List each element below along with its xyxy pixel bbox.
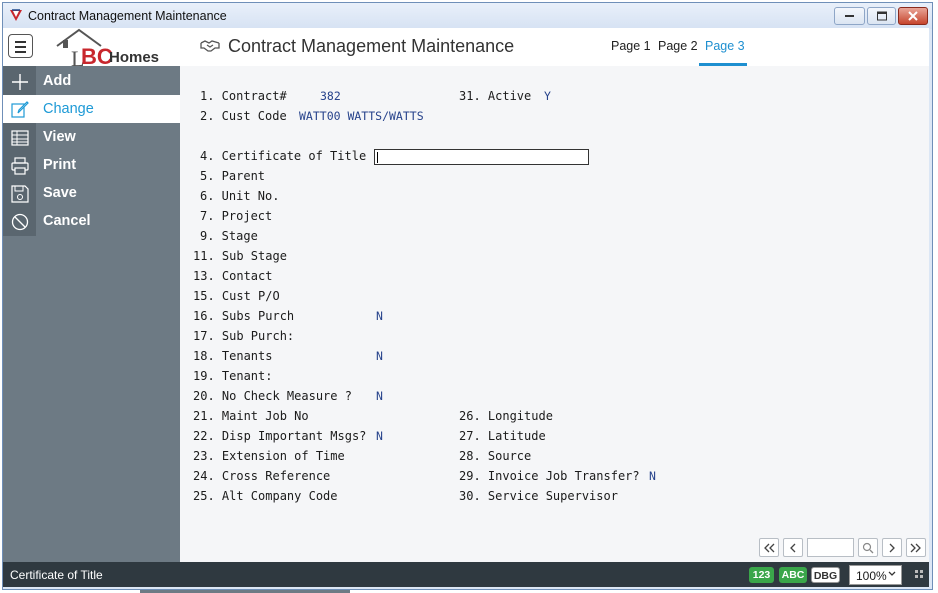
sidebar-item-label: Save	[43, 185, 77, 201]
tab-page-3[interactable]: Page 3	[705, 39, 745, 53]
field-label-stage: 9. Stage	[200, 229, 258, 243]
field-label-unit-no: 6. Unit No.	[200, 189, 280, 203]
sidebar-item-print[interactable]: Print	[3, 151, 180, 179]
field-value-no-check-measure[interactable]: N	[376, 389, 383, 403]
page-title: Contract Management Maintenance	[228, 36, 515, 56]
menu-line	[15, 51, 26, 53]
field-label-contact: 13. Contact	[193, 269, 273, 283]
sidebar: Add Change View Print Save Cancel	[3, 66, 180, 562]
field-value-contract[interactable]: 382	[320, 89, 341, 103]
field-value-disp-important-msgs[interactable]: N	[376, 429, 383, 443]
field-label-sub-stage: 11. Sub Stage	[193, 249, 287, 263]
text-caret	[377, 152, 378, 163]
field-label-disp-important-msgs: 22. Disp Important Msgs?	[193, 429, 367, 443]
field-label-invoice-job-transfer: 29. Invoice Job Transfer?	[459, 469, 640, 483]
field-label-active: 31. Active	[459, 89, 532, 103]
table-icon	[11, 130, 29, 146]
next-page-button[interactable]	[882, 538, 902, 557]
hamburger-menu-button[interactable]	[8, 34, 33, 58]
alpha-mode-badge[interactable]: ABC	[779, 567, 807, 583]
field-label-source: 28. Source	[459, 449, 532, 463]
field-label-subs-purch: 16. Subs Purch	[193, 309, 295, 323]
double-chevron-right-icon	[910, 543, 921, 552]
field-label-parent: 5. Parent	[200, 169, 266, 183]
maximize-button[interactable]	[867, 7, 896, 25]
minimize-button[interactable]	[834, 7, 865, 25]
sidebar-item-label: Add	[43, 73, 72, 89]
field-label-cust-po: 15. Cust P/O	[193, 289, 280, 303]
window-title: Contract Management Maintenance	[28, 9, 227, 23]
certificate-of-title-input[interactable]	[374, 149, 589, 165]
sidebar-item-label: View	[43, 129, 76, 145]
search-icon	[862, 542, 874, 553]
numeric-mode-badge[interactable]: 123	[749, 567, 774, 583]
header-bar: L BC Homes Contract Management Maintenan…	[3, 28, 929, 71]
field-value-active[interactable]: Y	[544, 89, 551, 103]
field-label-maint-job-no: 21. Maint Job No	[193, 409, 309, 423]
close-button[interactable]	[898, 7, 928, 25]
field-value-subs-purch[interactable]: N	[376, 309, 383, 323]
resize-grip-icon[interactable]	[915, 570, 924, 579]
title-bar[interactable]: Contract Management Maintenance	[3, 3, 932, 29]
field-label-contract: 1. Contract#	[200, 89, 287, 103]
app-logo-icon	[10, 9, 22, 21]
sidebar-item-label: Print	[43, 157, 77, 173]
sidebar-item-label: Cancel	[43, 213, 91, 229]
logo-word-homes: Homes	[109, 49, 160, 66]
field-label-longitude: 26. Longitude	[459, 409, 553, 423]
status-bar: Certificate of Title 123 ABC DBG 100%	[3, 562, 929, 587]
field-label-service-supervisor: 30. Service Supervisor	[459, 489, 618, 503]
handshake-icon	[200, 40, 220, 52]
field-label-cross-reference: 24. Cross Reference	[193, 469, 331, 483]
field-label-no-check-measure: 20. No Check Measure ?	[193, 389, 352, 403]
field-label-alt-company-code: 25. Alt Company Code	[193, 489, 338, 503]
sidebar-item-save[interactable]: Save	[3, 179, 180, 207]
tab-page-1[interactable]: Page 1	[611, 39, 651, 53]
edit-icon	[11, 101, 29, 118]
field-label-sub-purch: 17. Sub Purch:	[193, 329, 295, 343]
sidebar-item-cancel[interactable]: Cancel	[3, 207, 180, 235]
field-label-tenant: 19. Tenant:	[193, 369, 273, 383]
page-number-input[interactable]	[807, 538, 854, 557]
form-area: 1. Contract# 382 31. Active Y 2. Cust Co…	[180, 66, 929, 562]
sidebar-item-add[interactable]: Add	[3, 67, 180, 95]
field-label-latitude: 27. Latitude	[459, 429, 546, 443]
field-label-extension-of-time: 23. Extension of Time	[193, 449, 345, 463]
maximize-icon	[876, 11, 887, 21]
last-page-button[interactable]	[906, 538, 926, 557]
debug-badge[interactable]: DBG	[811, 567, 840, 583]
chevron-right-icon	[889, 543, 895, 552]
field-value-invoice-job-transfer[interactable]: N	[649, 469, 656, 483]
field-label-cust-code: 2. Cust Code	[200, 109, 287, 123]
sidebar-item-label: Change	[43, 101, 94, 117]
printer-icon	[11, 157, 29, 175]
plus-icon	[12, 74, 28, 90]
first-page-button[interactable]	[759, 538, 779, 557]
close-icon	[908, 11, 918, 21]
minimize-icon	[844, 15, 854, 17]
cancel-icon	[11, 213, 29, 231]
sidebar-item-view[interactable]: View	[3, 123, 180, 151]
chevron-down-icon	[888, 571, 896, 576]
zoom-value: 100%	[856, 569, 887, 583]
field-label-project: 7. Project	[200, 209, 273, 223]
double-chevron-left-icon	[764, 543, 775, 552]
field-label-tenants: 18. Tenants	[193, 349, 273, 363]
menu-line	[15, 46, 26, 48]
tab-page-2[interactable]: Page 2	[658, 39, 698, 53]
search-page-button[interactable]	[858, 538, 878, 557]
previous-page-button[interactable]	[783, 538, 803, 557]
menu-line	[15, 41, 26, 43]
zoom-select[interactable]: 100%	[849, 565, 902, 585]
chevron-left-icon	[790, 543, 796, 552]
field-value-tenants[interactable]: N	[376, 349, 383, 363]
status-message: Certificate of Title	[10, 568, 103, 582]
field-value-cust-code[interactable]: WATT00 WATTS/WATTS	[299, 109, 424, 123]
field-label-certificate-of-title: 4. Certificate of Title	[200, 149, 367, 163]
sidebar-item-change[interactable]: Change	[3, 95, 180, 123]
save-icon	[11, 185, 29, 203]
